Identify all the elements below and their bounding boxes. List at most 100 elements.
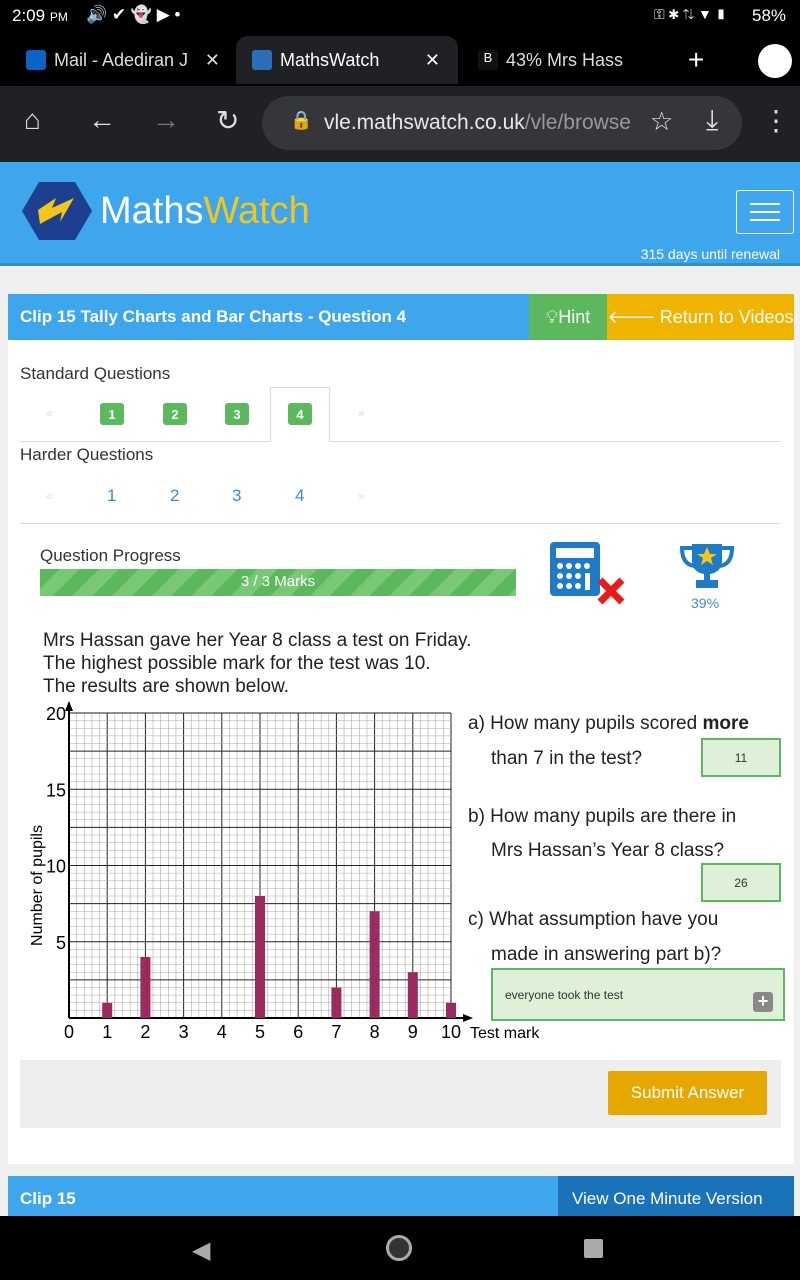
answer-value: 26 <box>734 875 748 890</box>
star-icon[interactable]: ☆ <box>650 106 673 137</box>
back-nav-icon[interactable]: ◀ <box>192 1236 210 1265</box>
harder-question-4[interactable]: 4 <box>295 486 304 506</box>
close-icon[interactable]: ✕ <box>205 50 220 71</box>
x-tick-label: 7 <box>331 1022 341 1042</box>
part-b-question-line2: Mrs Hassan’s Year 8 class? <box>491 840 725 861</box>
progress-fill: 3 / 3 Marks <box>40 569 516 596</box>
standard-question-1[interactable]: 1 <box>100 403 124 425</box>
y-axis-arrow <box>65 701 73 711</box>
part-c-answer-input[interactable]: everyone took the test + <box>491 968 785 1021</box>
bar-mark-8 <box>369 911 380 1018</box>
expand-plus-icon[interactable]: + <box>753 992 773 1012</box>
notification-icons: 🔊 ✔ 👻 ▶ • <box>86 5 181 24</box>
battery-percent: 58% <box>752 6 787 25</box>
x-tick-label: 3 <box>179 1022 189 1042</box>
harder-question-3[interactable]: 3 <box>232 486 241 506</box>
new-tab-icon[interactable]: + <box>688 44 704 76</box>
part-b-answer-input[interactable]: 26 <box>701 863 781 902</box>
calculator-not-allowed-icon <box>550 542 625 605</box>
brainly-icon: B <box>478 50 498 70</box>
bar-mark-2 <box>140 957 151 1018</box>
harder-question-2[interactable]: 2 <box>170 486 179 506</box>
bar-mark-9 <box>407 972 418 1018</box>
download-icon[interactable]: ⤓ <box>706 104 718 137</box>
tab-label: MathsWatch <box>280 49 380 70</box>
bar-mark-7 <box>331 987 342 1018</box>
progress-label: Question Progress <box>40 546 181 565</box>
mathswatch-logo-icon[interactable] <box>22 180 92 242</box>
forward-icon[interactable]: → <box>152 104 180 136</box>
home-icon[interactable]: ⌂ <box>24 104 41 136</box>
x-tick-label: 9 <box>408 1022 418 1042</box>
x-axis-label: Test mark <box>470 1025 540 1042</box>
lock-icon: 🔒 <box>290 110 313 130</box>
question-title-text: Clip 15 Tally Charts and Bar Charts - Qu… <box>20 307 407 326</box>
submit-label: Submit Answer <box>630 1083 745 1102</box>
x-tick-label: 5 <box>255 1022 265 1042</box>
x-tick-label: 4 <box>217 1022 227 1042</box>
submit-answer-button[interactable]: Submit Answer <box>608 1071 767 1115</box>
standard-question-3[interactable]: 3 <box>225 403 249 425</box>
part-a-answer-input[interactable]: 11 <box>701 738 781 777</box>
bar-mark-1 <box>102 1002 113 1018</box>
question-intro-line: Mrs Hassan gave her Year 8 class a test … <box>43 630 472 651</box>
reload-icon[interactable]: ↻ <box>216 104 239 137</box>
harder-questions-label: Harder Questions <box>20 445 154 464</box>
x-tick-label: 2 <box>140 1022 150 1042</box>
part-c-question-line2: made in answering part b)? <box>491 944 722 965</box>
clip-label: Clip 15 <box>20 1189 76 1208</box>
system-icons: ⚿ ✱ ⇅ ▼ ▮ <box>654 6 727 22</box>
site-logo-text: MathsWatch <box>100 190 310 232</box>
progress-text: 3 / 3 Marks <box>240 573 316 590</box>
y-tick-label: 10 <box>46 857 66 877</box>
prev-page-icon[interactable]: « <box>46 489 53 503</box>
clock: 2:09 PM <box>12 6 68 25</box>
recents-nav-icon[interactable] <box>584 1239 603 1258</box>
close-icon[interactable]: ✕ <box>425 50 440 71</box>
url-path: /vle/browse <box>524 111 631 134</box>
x-axis-arrow <box>463 1014 473 1022</box>
menu-icon[interactable]: ⋮ <box>762 104 790 137</box>
part-a-question-line2: than 7 in the test? <box>491 748 643 769</box>
trophy-percent: 39% <box>691 595 720 611</box>
x-tick-label: 10 <box>441 1022 461 1042</box>
y-tick-label: 5 <box>56 933 66 953</box>
status-bar: 2:09 PM 🔊 ✔ 👻 ▶ • ⚿ ✱ ⇅ ▼ ▮ 58% <box>0 0 800 34</box>
standard-question-4[interactable]: 4 <box>288 403 312 425</box>
divider <box>20 523 781 524</box>
bar-mark-10 <box>446 1002 456 1018</box>
question-intro-line: The highest possible mark for the test w… <box>43 653 431 674</box>
address-bar[interactable]: 🔒 vle.mathswatch.co.uk/vle/browse ☆ <box>262 96 742 150</box>
part-c-question: c) What assumption have you <box>468 909 719 930</box>
prev-page-icon[interactable]: « <box>46 406 53 420</box>
android-nav-bar: ◀ <box>0 1216 800 1280</box>
tab-mathswatch[interactable]: MathsWatch ✕ <box>236 36 458 84</box>
trophy-icon <box>680 544 734 588</box>
mathswatch-icon <box>252 50 272 70</box>
next-page-icon[interactable]: » <box>358 406 365 420</box>
hamburger-menu-button[interactable] <box>736 190 794 234</box>
back-icon[interactable]: ← <box>88 104 116 136</box>
hint-button[interactable]: 💡︎ Hint <box>529 294 607 340</box>
harder-question-1[interactable]: 1 <box>107 486 116 506</box>
answer-value: everyone took the test <box>505 987 624 1002</box>
tab-brainly[interactable]: B 43% Mrs Hass <box>462 36 662 84</box>
standard-questions-label: Standard Questions <box>20 364 171 383</box>
answer-value: 11 <box>734 750 748 765</box>
home-nav-icon[interactable] <box>386 1235 412 1261</box>
x-tick-label: 6 <box>293 1022 303 1042</box>
incognito-icon[interactable] <box>758 44 792 78</box>
bar-mark-5 <box>255 896 265 1018</box>
progress-bar: 3 / 3 Marks <box>40 569 516 596</box>
return-to-videos-button[interactable]: 🡐 Return to Videos <box>607 294 794 340</box>
standard-question-2[interactable]: 2 <box>163 403 187 425</box>
next-page-icon[interactable]: » <box>358 489 365 503</box>
url-host: vle.mathswatch.co.uk <box>324 111 525 134</box>
tab-mail[interactable]: Mail - Adediran J ✕ <box>10 36 232 84</box>
x-tick-label: 1 <box>102 1022 112 1042</box>
x-tick-label: 8 <box>370 1022 380 1042</box>
y-tick-label: 15 <box>46 780 66 800</box>
view-one-minute-version-button[interactable]: View One Minute Version <box>558 1176 794 1216</box>
lightbulb-icon: 💡︎ <box>545 306 559 327</box>
arrow-left-icon: 🡐 <box>607 306 656 327</box>
